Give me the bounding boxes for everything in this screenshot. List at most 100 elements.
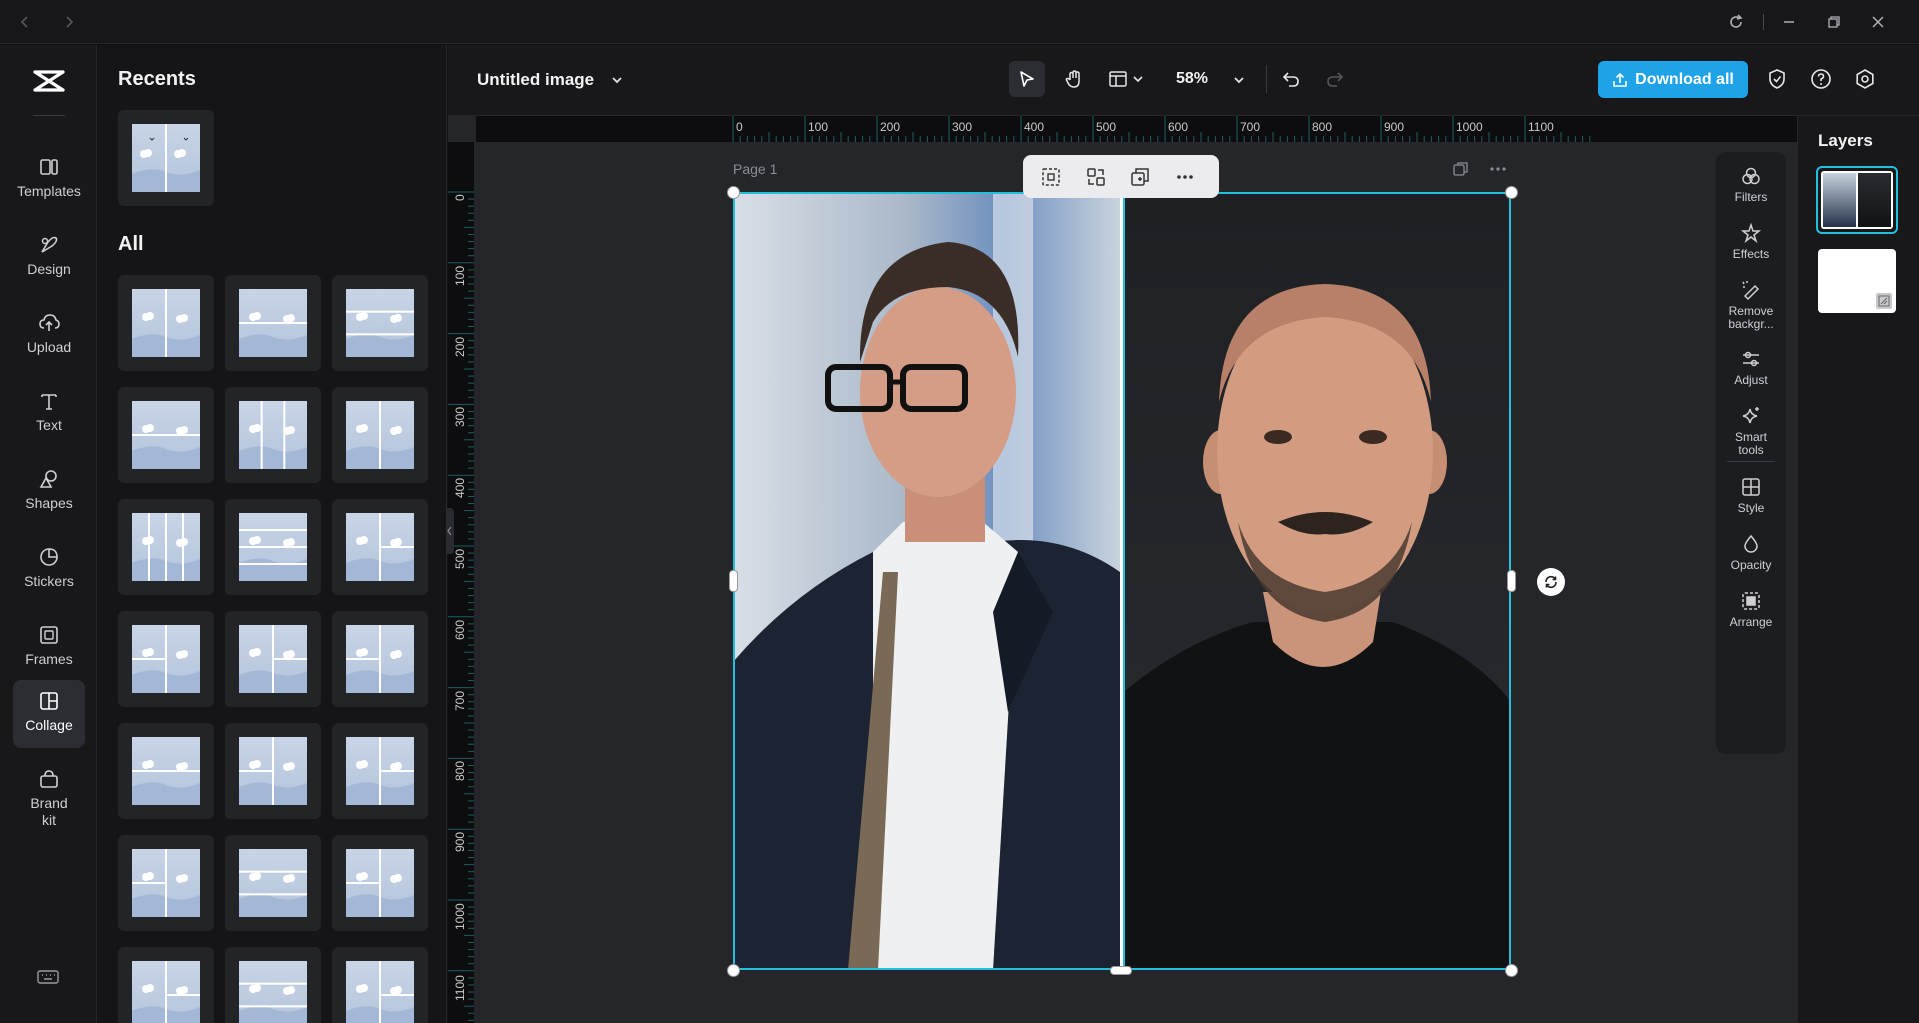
collage-template-tile[interactable] xyxy=(225,611,321,707)
collage-thumbnail xyxy=(346,625,414,693)
tool-label: Effects xyxy=(1732,247,1770,261)
tool-adjust[interactable]: Adjust xyxy=(1716,348,1786,387)
collage-thumbnail xyxy=(132,401,200,469)
collage-template-tile[interactable] xyxy=(332,947,428,1023)
reload-icon[interactable] xyxy=(1724,10,1748,34)
resize-handle[interactable] xyxy=(1505,186,1518,199)
collage-template-tile[interactable] xyxy=(225,947,321,1023)
collage-thumbnail xyxy=(239,401,307,469)
tool-arrange[interactable]: Arrange xyxy=(1716,590,1786,629)
resize-handle[interactable] xyxy=(727,964,740,977)
help-icon[interactable] xyxy=(1810,68,1832,90)
tool-style[interactable]: Style xyxy=(1716,476,1786,515)
chevron-down-icon xyxy=(1133,76,1143,83)
ruler-label: 100 xyxy=(453,265,467,286)
collage-template-tile[interactable] xyxy=(118,835,214,931)
page-more-icon[interactable] xyxy=(1488,160,1508,178)
collage-divider-line xyxy=(1123,192,1125,970)
collage-thumbnail xyxy=(346,513,414,581)
keyboard-shortcuts-icon[interactable] xyxy=(37,969,59,985)
layer-item-background[interactable] xyxy=(1818,249,1896,313)
swap-images-icon[interactable] xyxy=(1085,166,1107,188)
collapse-panel-handle[interactable] xyxy=(446,508,454,554)
more-options-icon[interactable] xyxy=(1174,166,1196,188)
undo-icon[interactable] xyxy=(1280,68,1302,90)
duplicate-icon[interactable] xyxy=(1129,166,1151,188)
collage-template-tile[interactable] xyxy=(118,387,214,483)
download-icon xyxy=(1613,72,1627,87)
select-area-icon[interactable] xyxy=(1040,166,1062,188)
collage-template-tile[interactable] xyxy=(225,275,321,371)
collage-thumbnail xyxy=(346,401,414,469)
redo-icon[interactable] xyxy=(1324,68,1346,90)
tool-label: Smart tools xyxy=(1734,430,1767,457)
duplicate-page-icon[interactable] xyxy=(1452,160,1470,178)
tool-opacity[interactable]: Opacity xyxy=(1716,533,1786,572)
collage-template-tile[interactable] xyxy=(118,275,214,371)
collage-template-tile[interactable] xyxy=(118,947,214,1023)
back-arrow-icon[interactable] xyxy=(13,10,37,34)
collage-template-tile[interactable] xyxy=(332,723,428,819)
settings-icon[interactable] xyxy=(1854,68,1876,90)
rail-item-upload[interactable]: Upload xyxy=(13,302,85,370)
layer-item-collage[interactable] xyxy=(1816,166,1898,234)
collage-template-tile[interactable] xyxy=(225,835,321,931)
shapes-icon xyxy=(39,470,57,488)
rail-item-collage[interactable]: Collage xyxy=(13,680,85,748)
hand-tool-button[interactable] xyxy=(1058,63,1090,95)
tool-remove-background[interactable]: Remove backgr... xyxy=(1716,279,1786,331)
select-tool-button[interactable] xyxy=(1009,61,1045,97)
collage-thumbnail xyxy=(239,289,307,357)
collage-template-tile[interactable] xyxy=(225,387,321,483)
collage-thumbnail xyxy=(239,961,307,1023)
rotate-handle[interactable] xyxy=(1537,568,1565,596)
document-title[interactable]: Untitled image xyxy=(477,70,594,90)
download-all-button[interactable]: Download all xyxy=(1598,61,1748,98)
tool-effects[interactable]: Effects xyxy=(1716,222,1786,261)
recents-title: Recents xyxy=(118,68,196,90)
capcut-logo-icon[interactable] xyxy=(31,67,67,95)
collage-template-tile[interactable] xyxy=(118,499,214,595)
tool-filters[interactable]: Filters xyxy=(1716,165,1786,204)
left-photo[interactable] xyxy=(733,192,1120,970)
rail-label: Brand kit xyxy=(30,795,68,828)
resize-handle[interactable] xyxy=(727,186,740,199)
restore-icon[interactable] xyxy=(1822,10,1846,34)
layout-dropdown[interactable] xyxy=(1108,63,1156,95)
rail-item-frames[interactable]: Frames xyxy=(13,614,85,682)
collage-template-tile[interactable] xyxy=(332,387,428,483)
chevron-down-icon[interactable] xyxy=(610,73,624,87)
close-icon[interactable] xyxy=(1866,10,1890,34)
collage-template-tile[interactable] xyxy=(332,835,428,931)
rail-label: Frames xyxy=(25,651,73,667)
collage-artboard[interactable] xyxy=(733,192,1511,970)
chevron-down-icon[interactable] xyxy=(1232,73,1246,87)
collage-template-tile[interactable] xyxy=(332,499,428,595)
rail-item-brand-kit[interactable]: Brand kit xyxy=(13,758,85,838)
tool-smart-tools[interactable]: Smart tools xyxy=(1716,405,1786,457)
collage-template-tile[interactable] xyxy=(225,723,321,819)
right-photo[interactable] xyxy=(1124,192,1511,970)
forward-arrow-icon[interactable] xyxy=(57,10,81,34)
rail-item-templates[interactable]: Templates xyxy=(13,146,85,214)
rail-item-shapes[interactable]: Shapes xyxy=(13,458,85,526)
collage-template-tile[interactable] xyxy=(225,499,321,595)
collage-template-tile[interactable] xyxy=(118,611,214,707)
layout-icon xyxy=(1109,71,1127,87)
rail-item-design[interactable]: Design xyxy=(13,224,85,292)
ruler-label: 300 xyxy=(952,120,973,134)
collage-template-tile[interactable] xyxy=(332,275,428,371)
zoom-level[interactable]: 58% xyxy=(1176,70,1208,88)
resize-handle[interactable] xyxy=(1505,964,1518,977)
rail-item-stickers[interactable]: Stickers xyxy=(13,536,85,604)
recent-collage-tile[interactable] xyxy=(118,110,214,206)
rail-item-text[interactable]: Text xyxy=(13,380,85,448)
resize-handle[interactable] xyxy=(729,570,738,592)
collage-template-tile[interactable] xyxy=(118,723,214,819)
shield-icon[interactable] xyxy=(1766,68,1788,90)
resize-handle[interactable] xyxy=(1507,570,1516,592)
minimize-icon[interactable] xyxy=(1777,10,1801,34)
resize-handle[interactable] xyxy=(1110,966,1132,975)
divider xyxy=(1727,461,1775,462)
collage-template-tile[interactable] xyxy=(332,611,428,707)
